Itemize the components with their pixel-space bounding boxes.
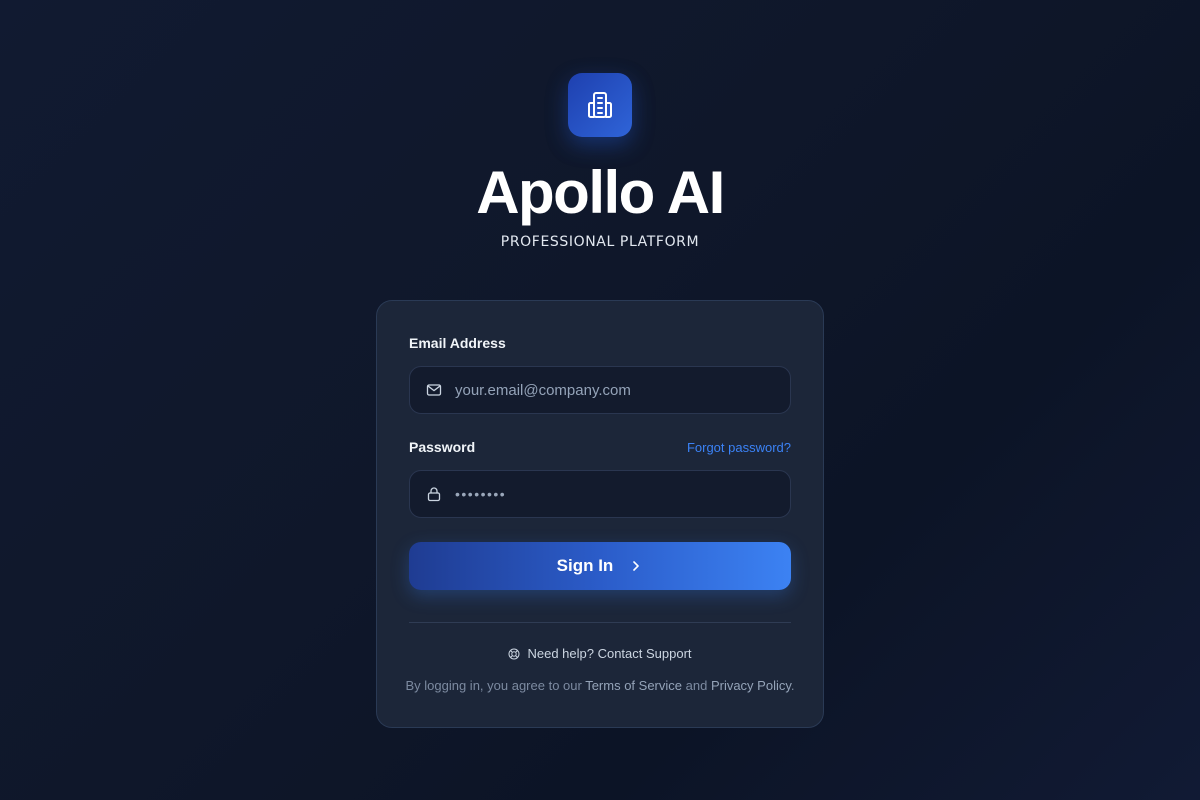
mail-icon: [426, 382, 442, 398]
terms-prefix: By logging in, you agree to our: [405, 678, 586, 693]
app-logo: [568, 73, 632, 137]
lifebuoy-icon: [508, 648, 520, 660]
terms-suffix: .: [790, 678, 795, 693]
email-field[interactable]: your.email@company.com: [409, 366, 791, 414]
lock-icon: [426, 486, 442, 502]
chevron-right-icon: [629, 559, 643, 573]
privacy-policy-link[interactable]: Privacy Policy: [711, 678, 791, 693]
help-text: Need help? Contact Support: [527, 646, 692, 661]
divider: [409, 622, 791, 623]
login-card: Email Address your.email@company.com Pas…: [376, 300, 824, 728]
app-title: Apollo AI: [476, 159, 725, 226]
terms-notice: By logging in, you agree to our Terms of…: [377, 678, 823, 693]
terms-and: and: [682, 678, 711, 693]
password-label: Password: [409, 439, 476, 455]
building-icon: [588, 92, 612, 118]
sign-in-label: Sign In: [556, 556, 614, 575]
email-label: Email Address: [409, 335, 506, 351]
password-value: ••••••••: [455, 486, 507, 502]
app-subtitle: PROFESSIONAL PLATFORM: [500, 234, 700, 250]
terms-of-service-link[interactable]: Terms of Service: [585, 678, 682, 693]
password-field[interactable]: ••••••••: [409, 470, 791, 518]
contact-support-link[interactable]: Need help? Contact Support: [377, 646, 823, 661]
email-placeholder: your.email@company.com: [455, 381, 631, 399]
sign-in-button[interactable]: Sign In: [409, 542, 791, 590]
forgot-password-link[interactable]: Forgot password?: [687, 440, 791, 455]
